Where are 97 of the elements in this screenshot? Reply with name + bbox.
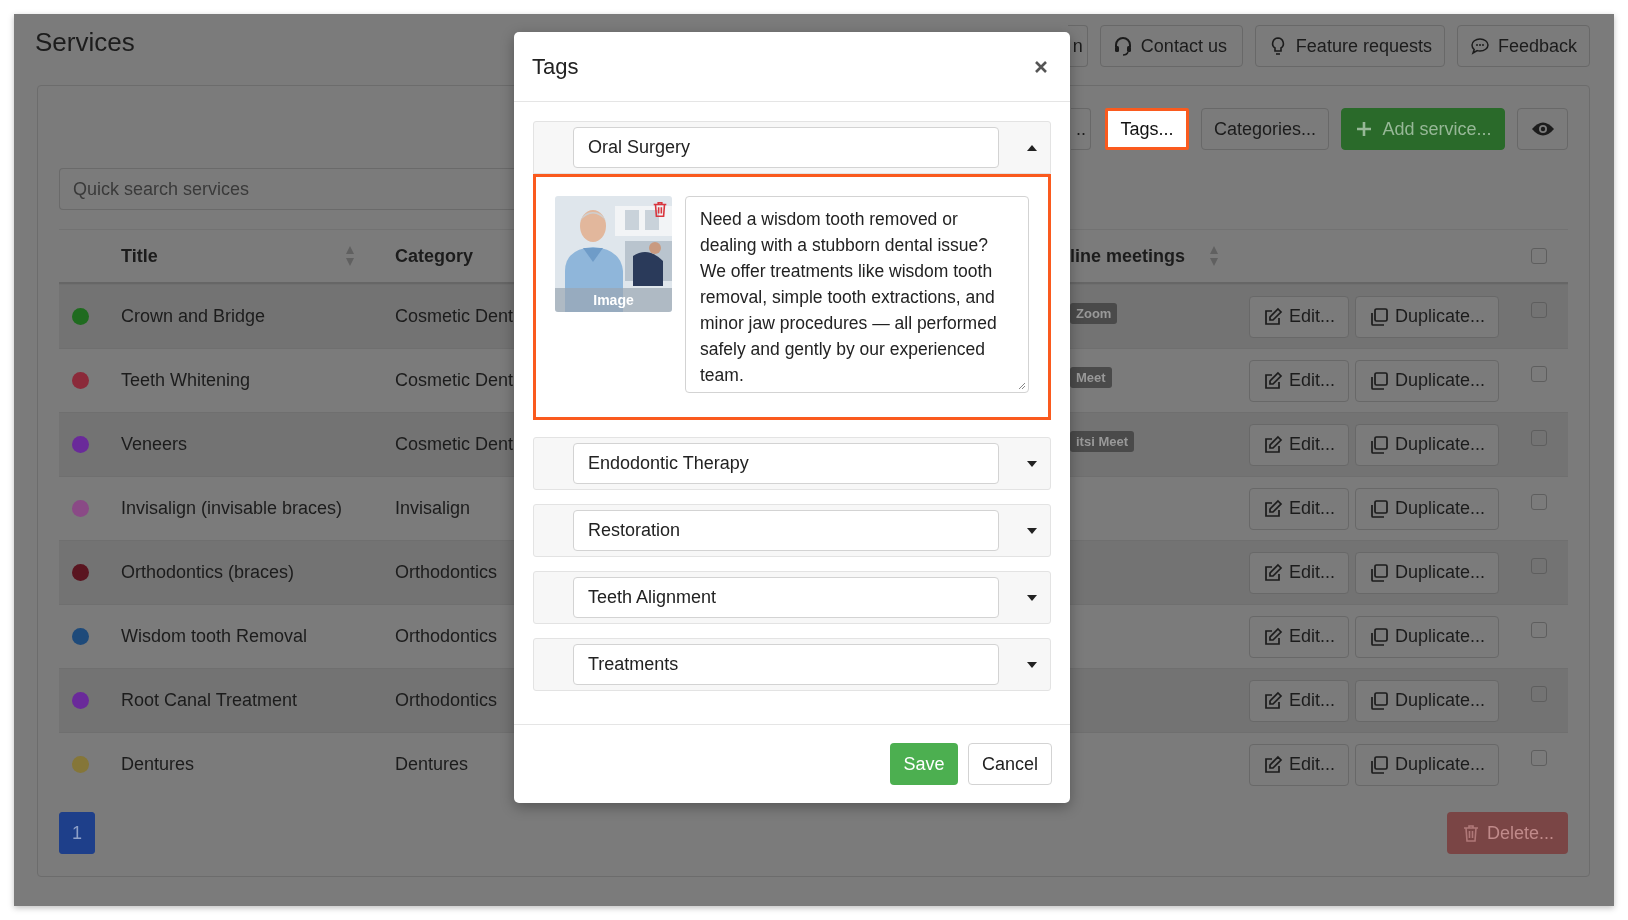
edit-button[interactable]: Edit... <box>1249 551 1350 594</box>
meeting-badge: Zoom <box>1070 303 1118 324</box>
caret-down-icon[interactable] <box>1027 460 1037 467</box>
category-text: Orthodontics <box>395 626 498 647</box>
resize-handle-icon[interactable] <box>1016 380 1026 390</box>
column-header[interactable]: line meetings <box>1070 230 1220 282</box>
page-title: Services <box>35 27 135 58</box>
tag-item[interactable]: Teeth Alignment <box>533 571 1051 624</box>
duplicate-button[interactable]: Duplicate... <box>1355 551 1500 594</box>
edit-button[interactable]: Edit... <box>1249 679 1350 722</box>
eye-icon <box>1530 121 1555 137</box>
tag-item[interactable]: Treatments <box>533 638 1051 691</box>
category-text: Cosmetic Dent <box>395 306 514 327</box>
category-text: Invisalign <box>395 498 471 519</box>
row-checkbox[interactable] <box>1531 494 1547 510</box>
edit-icon <box>1263 370 1283 391</box>
edit-button[interactable]: Edit... <box>1249 743 1350 786</box>
category-text: Cosmetic Dent <box>395 434 514 455</box>
chat-bubble-icon <box>1469 36 1490 56</box>
duplicate-button[interactable]: Duplicate... <box>1355 423 1500 466</box>
duplicate-button[interactable]: Duplicate... <box>1355 295 1500 338</box>
page-button[interactable]: 1 <box>59 812 95 854</box>
edit-button[interactable]: Edit... <box>1249 615 1350 658</box>
service-title: Invisalign (invisable braces) <box>121 498 343 519</box>
service-title: Teeth Whitening <box>121 370 251 391</box>
category-text: Dentures <box>395 754 469 775</box>
category-text: Orthodontics <box>395 562 498 583</box>
image-label: Image <box>592 292 635 308</box>
edit-button[interactable]: Edit... <box>1249 487 1350 530</box>
toolbar-button[interactable]: Tags... <box>1104 108 1189 150</box>
column-header[interactable]: Title <box>109 230 395 282</box>
service-title: Orthodontics (braces) <box>121 562 295 583</box>
service-title: Root Canal Treatment <box>121 690 298 711</box>
row-checkbox[interactable] <box>1531 622 1547 638</box>
tag-item[interactable]: Restoration <box>533 504 1051 557</box>
view-button[interactable] <box>1517 108 1568 150</box>
dialog-title: Tags <box>532 53 579 80</box>
close-icon[interactable] <box>1034 59 1048 74</box>
copy-icon <box>1369 306 1390 327</box>
edit-button[interactable]: Edit... <box>1249 359 1350 402</box>
toolbar-button[interactable]: Add service... <box>1341 108 1505 150</box>
edit-icon <box>1263 306 1283 327</box>
copy-icon <box>1369 498 1390 519</box>
tag-name-field[interactable]: Treatments <box>573 644 999 685</box>
copy-icon <box>1369 562 1390 583</box>
tag-name-field[interactable]: Endodontic Therapy <box>573 443 999 484</box>
copy-icon <box>1369 434 1390 455</box>
headset-icon <box>1112 36 1133 56</box>
tag-item[interactable]: Endodontic Therapy <box>533 437 1051 490</box>
category-text: Cosmetic Dent <box>395 370 514 391</box>
duplicate-button[interactable]: Duplicate... <box>1355 743 1500 786</box>
duplicate-button[interactable]: Duplicate... <box>1355 359 1500 402</box>
edit-icon <box>1263 562 1283 583</box>
edit-icon <box>1263 434 1283 455</box>
sort-icon[interactable] <box>345 245 355 267</box>
search-field[interactable]: Quick search services <box>59 168 514 210</box>
service-title: Dentures <box>121 754 195 775</box>
duplicate-button[interactable]: Duplicate... <box>1355 615 1500 658</box>
description-field[interactable]: Need a wisdom tooth removed or dealing with a stubborn dental issue? We offer treatments like wisdom tooth removal, simple tooth extractions, and minor jaw procedures — all performed safely and gently by our experienced team. <box>685 196 1029 393</box>
header-button[interactable]: Contact us <box>1099 25 1243 67</box>
edit-button[interactable]: Edit... <box>1249 423 1350 466</box>
meeting-badge: itsi Meet <box>1070 431 1134 452</box>
row-checkbox[interactable] <box>1531 366 1547 382</box>
tag-item[interactable]: Oral Surgery <box>533 121 1051 174</box>
tag-name-field[interactable]: Oral Surgery <box>573 127 999 168</box>
service-title: Crown and Bridge <box>121 306 266 327</box>
tag-name-field[interactable]: Teeth Alignment <box>573 577 999 618</box>
caret-down-icon[interactable] <box>1027 527 1037 534</box>
meeting-badge: Meet <box>1070 367 1112 388</box>
edit-icon <box>1263 498 1283 519</box>
edit-icon <box>1263 626 1283 647</box>
select-all-checkbox[interactable] <box>1531 248 1547 264</box>
copy-icon <box>1369 754 1390 775</box>
edit-icon <box>1263 754 1283 775</box>
copy-icon <box>1369 626 1390 647</box>
toolbar-button[interactable]: Categories... <box>1200 108 1329 150</box>
cancel-button[interactable]: Cancel <box>968 743 1052 785</box>
edit-button[interactable]: Edit... <box>1249 295 1350 338</box>
toolbar-button[interactable]: .. <box>1070 108 1091 150</box>
save-button[interactable]: Save <box>890 743 958 785</box>
duplicate-button[interactable]: Duplicate... <box>1355 679 1500 722</box>
column-header[interactable]: Category <box>395 230 474 282</box>
copy-icon <box>1369 370 1390 391</box>
trash-icon[interactable] <box>651 200 669 218</box>
caret-up-icon[interactable] <box>1027 144 1037 151</box>
service-title: Wisdom tooth Removal <box>121 626 308 647</box>
category-text: Orthodontics <box>395 690 498 711</box>
row-checkbox[interactable] <box>1531 750 1547 766</box>
duplicate-button[interactable]: Duplicate... <box>1355 487 1500 530</box>
caret-down-icon[interactable] <box>1027 594 1037 601</box>
header-button[interactable]: Feature requests <box>1254 25 1445 67</box>
sort-icon[interactable] <box>1209 245 1220 267</box>
edit-icon <box>1263 690 1283 711</box>
tag-name-field[interactable]: Restoration <box>573 510 999 551</box>
service-title: Veneers <box>121 434 188 455</box>
copy-icon <box>1369 690 1390 711</box>
header-button[interactable]: Feedback <box>1456 25 1590 67</box>
